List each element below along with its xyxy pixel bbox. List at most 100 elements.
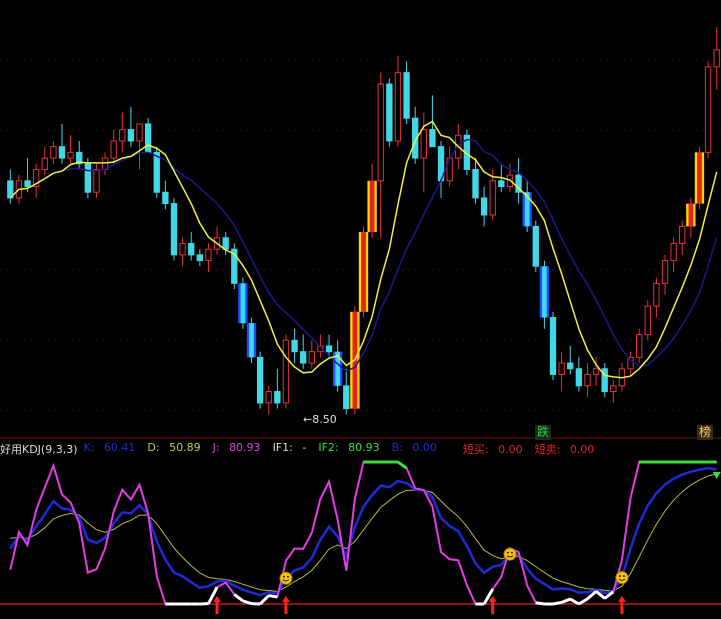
candle-body-63	[549, 317, 557, 375]
kdj-title: 好用KDJ(9,3,3)	[0, 443, 78, 456]
candle-body-33	[291, 339, 298, 353]
candle-body-51	[446, 157, 453, 182]
kdj-field-if2: IF2: 80.93	[318, 441, 380, 454]
candle-body-23	[205, 248, 212, 262]
candle-body-17	[153, 151, 160, 193]
candle-body-67	[584, 373, 591, 387]
candle-body-65	[567, 362, 574, 370]
candle-body-14	[127, 129, 135, 142]
candle-body-13	[119, 129, 126, 142]
candle-body-75	[653, 282, 660, 307]
kdj-field-short-buy: 短买: 0.00	[462, 443, 523, 456]
candle-body-73	[635, 334, 643, 358]
candle-body-31	[274, 391, 281, 404]
candle-body-39	[343, 385, 350, 410]
kdj-field-d: D: 50.89	[147, 441, 201, 454]
smiley-eye-left	[283, 575, 285, 578]
smiley-icon-0	[279, 571, 293, 585]
stock-chart	[0, 27, 721, 614]
candle-body-7	[67, 151, 74, 159]
candle-body-44	[386, 83, 393, 142]
signal-markers-layer	[213, 472, 721, 614]
candle-body-78	[679, 225, 686, 244]
candle-body-10	[93, 168, 100, 193]
kdj-j-low-seg-62	[535, 601, 545, 606]
candle-body-76	[661, 260, 669, 284]
buy-arrow-icon-3	[617, 596, 626, 614]
candle-body-68	[592, 368, 600, 375]
candle-body-77	[670, 242, 677, 262]
candle-body-49	[429, 129, 436, 148]
kdj-field-short-sell: 短卖: 0.00	[534, 443, 595, 456]
kdj-field-j: J: 80.93	[212, 441, 261, 454]
candle-body-18	[162, 191, 169, 205]
kdj-legend: 好用KDJ(9,3,3) K: 60.41 D: 50.89 J: 80.93 …	[0, 441, 606, 457]
kdj-field-b: B: 0.00	[391, 441, 437, 454]
kdj-d-line	[10, 473, 717, 592]
candle-body-32	[282, 339, 290, 404]
low-price-annotation: ←8.50	[303, 413, 337, 426]
candle-body-9	[84, 163, 92, 193]
candle-body-54	[472, 168, 479, 199]
signal-candle-inner-80	[697, 152, 702, 204]
kdj-field-k: K: 60.41	[83, 441, 136, 454]
buy-arrow-icon-1	[281, 596, 290, 614]
signal-candle-inner-62	[542, 266, 547, 318]
smiley-eye-left	[619, 575, 621, 577]
smiley-face	[279, 571, 293, 585]
candle-body-34	[300, 351, 307, 364]
candle-body-74	[644, 305, 651, 336]
smiley-eye-right	[287, 575, 289, 578]
badge-rank: 榜	[697, 425, 714, 440]
kdj-k-line	[9, 466, 717, 597]
kdj-j-low-seg-65	[561, 597, 571, 604]
candle-body-82	[713, 49, 720, 68]
candle-body-45	[394, 72, 402, 142]
candle-body-19	[170, 203, 178, 256]
candle-body-64	[558, 362, 565, 375]
candle-body-2	[24, 180, 31, 188]
smiley-eye-right	[511, 551, 513, 554]
candle-body-55	[480, 197, 488, 216]
signal-candle-inner-28	[249, 323, 254, 358]
candle-body-61	[532, 225, 539, 267]
candle-body-70	[610, 385, 617, 393]
candle-body-35	[308, 351, 315, 364]
candle-body-81	[704, 66, 712, 153]
buy-arrow-icon-0	[213, 596, 222, 614]
candle-body-43	[377, 83, 384, 182]
sell-arrow-icon	[712, 472, 721, 479]
candle-body-25	[222, 237, 229, 250]
candle-body-6	[58, 146, 66, 159]
kdj-j-line	[9, 461, 717, 606]
candle-body-16	[144, 123, 152, 153]
kdj-j-high-seg-46	[397, 460, 408, 470]
kdj-j-low-seg-31	[268, 594, 278, 599]
candle-body-21	[188, 242, 195, 256]
smiley-icon-2	[615, 571, 629, 585]
kdj-lines-layer	[9, 460, 717, 606]
candle-body-22	[196, 254, 203, 262]
kdj-j-low-seg-64	[552, 600, 562, 606]
candle-body-29	[256, 356, 264, 404]
candle-body-12	[110, 140, 117, 159]
signal-candle-inner-42	[369, 180, 375, 233]
kdj-j-low-seg-27	[233, 593, 244, 603]
candle-body-48	[420, 129, 427, 159]
candle-body-66	[575, 368, 583, 387]
smiley-eye-right	[623, 575, 625, 577]
candle-body-4	[41, 157, 48, 170]
badge-drop: 跌	[535, 425, 552, 440]
candle-body-5	[50, 146, 57, 159]
candle-body-57	[498, 180, 505, 188]
kdj-field-if1: IF1: -	[272, 441, 307, 454]
signal-candle-inner-79	[688, 203, 694, 227]
buy-arrow-icon-2	[488, 596, 497, 614]
candle-body-37	[325, 345, 333, 353]
candles-layer	[7, 27, 720, 415]
kdj-j-low-seg-67	[578, 597, 589, 606]
smiley-face	[615, 571, 629, 585]
signal-candle-inner-27	[240, 283, 246, 324]
smiley-eye-left	[507, 551, 509, 554]
kdj-j-low-seg-28	[242, 599, 252, 606]
